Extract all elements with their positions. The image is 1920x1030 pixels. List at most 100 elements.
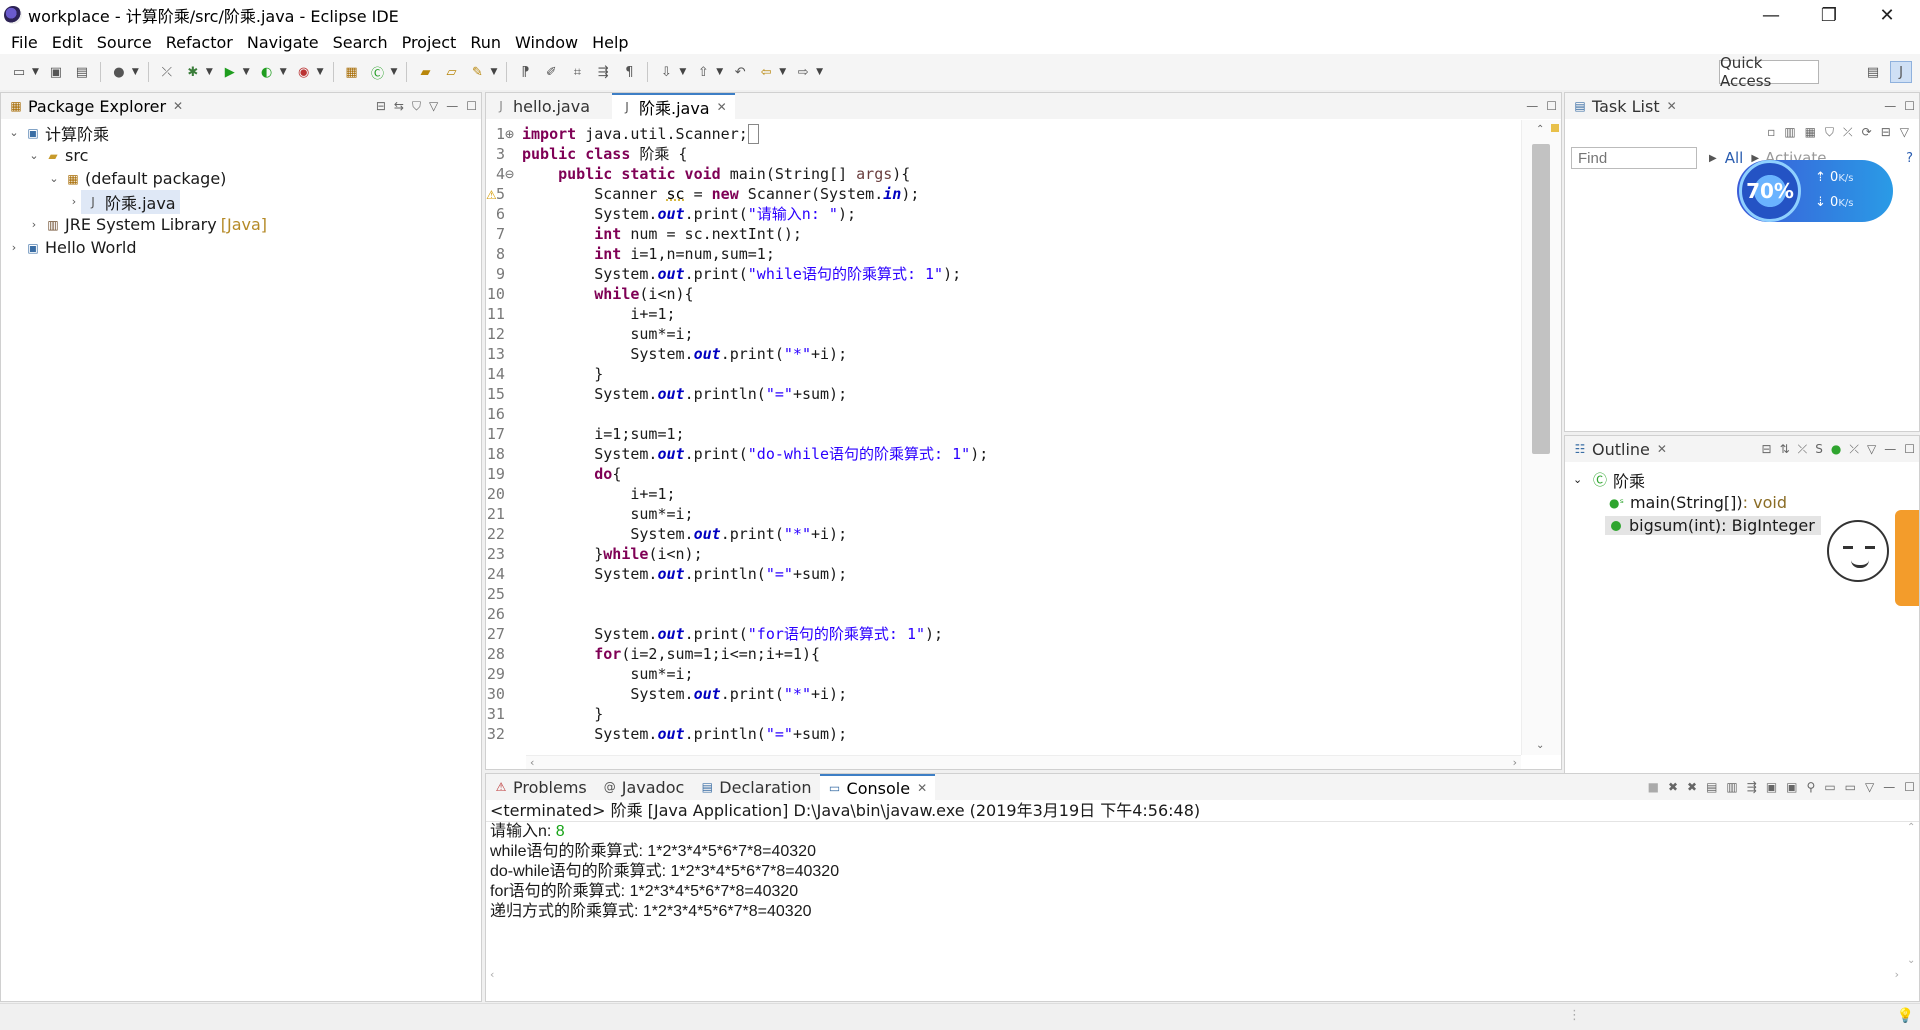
tree-item-src[interactable]: ⌄ ▰ src [1,144,481,167]
back-dropdown-icon[interactable]: ▼ [779,67,786,77]
mark-occurrences-icon[interactable]: ✐ [540,61,562,83]
java-perspective-icon[interactable]: J [1890,61,1912,83]
filters-icon[interactable]: ⛉ [412,99,421,114]
tree-item-jre[interactable]: › ▥ JRE System Library [Java] [1,213,481,236]
external-tools-dropdown-icon[interactable]: ▼ [317,67,324,77]
profile-dropdown-icon[interactable]: ▼ [132,67,139,77]
scrollbar-thumb[interactable] [1532,144,1550,454]
close-window-button[interactable]: ✕ [1864,0,1910,30]
code-line[interactable]: 17 i=1;sum=1; [486,424,685,444]
chevron-right-icon[interactable]: › [27,218,41,231]
code-line[interactable]: 19 do{ [486,464,621,484]
word-wrap-icon[interactable]: ⇶ [1747,780,1757,794]
tab-jiecheng-java[interactable]: J 阶乘.java ✕ [612,93,735,119]
code-line[interactable]: 7 int num = sc.nextInt(); [486,224,802,244]
tab-javadoc[interactable]: @ Javadoc [595,774,693,800]
remove-all-terminated-icon[interactable]: ✖ [1687,780,1697,794]
next-annotation-icon[interactable]: ⇩ [655,61,677,83]
code-line[interactable]: 31 } [486,704,603,724]
open-console-icon[interactable]: ▭ [1845,780,1856,794]
scroll-right-icon[interactable]: › [1895,968,1899,981]
maximize-view-icon[interactable]: ☐ [1904,780,1915,794]
new-java-package-icon[interactable]: ▦ [341,61,363,83]
scroll-up-icon[interactable]: ⌃ [1907,822,1915,833]
scroll-down-icon[interactable]: ⌄ [1907,955,1915,966]
code-line[interactable]: 30 System.out.print("*"+i); [486,684,847,704]
code-line[interactable]: 13 System.out.print("*"+i); [486,344,847,364]
quick-access-field[interactable]: Quick Access [1719,54,1819,90]
scroll-up-icon[interactable]: ⌃ [1536,124,1544,135]
minimize-view-icon[interactable]: — [1884,442,1896,456]
restore-button[interactable]: ❐ [1806,0,1852,30]
minimize-view-icon[interactable]: — [1883,780,1895,794]
scroll-left-icon[interactable]: ‹ [530,756,534,769]
categorized-icon[interactable]: ▥ [1784,125,1795,139]
horizontal-scrollbar[interactable]: ‹ › [526,755,1521,769]
link-with-editor-icon[interactable]: ⇆ [394,99,404,113]
forward-icon[interactable]: ⇨ [792,61,814,83]
code-line[interactable]: 25 [486,584,522,604]
warning-marker-icon[interactable]: ⚠ [486,188,497,202]
chevron-down-icon[interactable]: ⌄ [27,149,41,162]
menu-file[interactable]: File [4,33,45,52]
code-line[interactable]: 28 for(i=2,sum=1;i<=n;i+=1){ [486,644,820,664]
minimize-view-icon[interactable]: — [446,99,458,113]
save-all-icon[interactable]: ▤ [71,61,93,83]
tip-lightbulb-icon[interactable]: 💡 [1897,1008,1914,1024]
code-line[interactable]: 18 System.out.print("do-while语句的阶乘算式: 1"… [486,444,988,464]
menu-search[interactable]: Search [326,33,395,52]
sort-icon[interactable]: ⇅ [1780,442,1790,456]
chevron-right-icon[interactable]: › [67,195,81,208]
console-output[interactable]: 请输入n: 8 while语句的阶乘算式: 1*2*3*4*5*6*7*8=40… [486,822,1919,982]
new-icon[interactable]: ▭ [8,61,30,83]
toggle-breadcrumb-icon[interactable]: ⁋ [514,61,536,83]
scheduled-icon[interactable]: ▦ [1805,125,1816,139]
prev-annotation-dropdown-icon[interactable]: ▼ [716,67,723,77]
code-line[interactable]: 23 }while(i<n); [486,544,703,564]
save-icon[interactable]: ▣ [45,61,67,83]
view-menu-icon[interactable]: ▽ [429,99,438,113]
code-line[interactable]: 29 sum*=i; [486,664,694,684]
console-scrollbar[interactable]: ⌃ ⌄ [1903,822,1919,982]
new-java-class-icon[interactable]: Ⓒ [367,61,389,83]
show-on-stdout-icon[interactable]: ▣ [1766,780,1777,794]
hide-fields-icon[interactable]: ⤫ [1798,442,1808,457]
code-line[interactable]: 32 System.out.println("="+sum); [486,724,847,744]
console-hscrollbar[interactable]: ‹ › [486,968,1903,982]
word-wrap-icon[interactable]: ⇶ [592,61,614,83]
tab-console[interactable]: ▭ Console ✕ [819,774,936,800]
hide-local-types-icon[interactable]: ⤫ [1849,442,1859,457]
code-line[interactable]: 21 sum*=i; [486,504,694,524]
network-speed-widget[interactable]: 70% ⇡ 0K/s ⇣ 0K/s [1737,160,1893,222]
prev-annotation-icon[interactable]: ⇧ [692,61,714,83]
close-icon[interactable]: ✕ [173,99,183,113]
search-dropdown-icon[interactable]: ▼ [490,67,497,77]
overview-warning-marker[interactable] [1551,124,1559,132]
profile-icon[interactable]: ● [108,61,130,83]
tree-item-project[interactable]: ⌄ ▣ 计算阶乘 [1,121,481,144]
scroll-left-icon[interactable]: ‹ [490,968,494,981]
scroll-right-icon[interactable]: › [1513,756,1517,769]
debug-icon[interactable]: ✱ [182,61,204,83]
skip-breakpoints-icon[interactable]: ⤫ [156,61,178,83]
view-menu-icon[interactable]: ▽ [1865,780,1874,794]
tab-outline[interactable]: ☷ Outline ✕ [1565,436,1675,462]
code-line[interactable]: 1⊕ import java.util.Scanner; [486,124,759,144]
maximize-view-icon[interactable]: ☐ [1546,99,1557,113]
close-icon[interactable]: ✕ [717,100,727,114]
code-line[interactable]: 10 while(i<n){ [486,284,694,304]
code-editor[interactable]: 1⊕ import java.util.Scanner; 3 public cla… [486,120,1561,769]
focus-icon[interactable]: ⤫ [1843,125,1853,140]
collapse-all-icon[interactable]: ⊟ [376,99,386,113]
maximize-view-icon[interactable]: ☐ [466,99,477,113]
clear-console-icon[interactable]: ▤ [1706,780,1717,794]
menu-navigate[interactable]: Navigate [240,33,326,52]
menu-source[interactable]: Source [90,33,159,52]
scroll-lock-icon[interactable]: ▥ [1726,780,1737,794]
outline-class[interactable]: ⌄ Ⓒ 阶乘 [1565,468,1919,491]
code-line[interactable]: 27 System.out.print("for语句的阶乘算式: 1"); [486,624,943,644]
debug-dropdown-icon[interactable]: ▼ [206,67,213,77]
hide-completed-icon[interactable]: ⛉ [1825,125,1834,140]
remove-launch-icon[interactable]: ✖ [1668,780,1678,794]
maximize-view-icon[interactable]: ☐ [1904,99,1915,113]
